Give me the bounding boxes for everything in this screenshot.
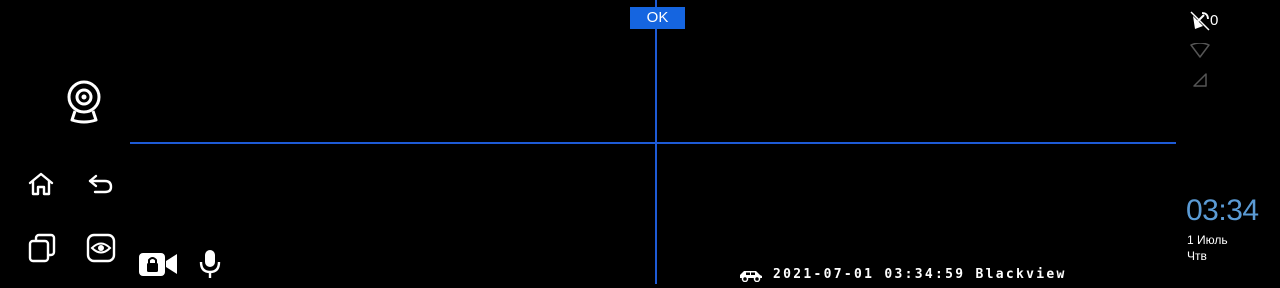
cellular-signal-icon bbox=[1193, 73, 1207, 87]
wifi-icon bbox=[1190, 43, 1210, 58]
gps-satellite-count: 0 bbox=[1210, 12, 1219, 29]
satellite-icon bbox=[1190, 11, 1210, 31]
back-icon[interactable] bbox=[87, 172, 115, 196]
clock-date: 1 Июль bbox=[1187, 233, 1228, 247]
locked-video-icon[interactable] bbox=[137, 250, 179, 278]
eye-icon[interactable] bbox=[86, 233, 116, 263]
car-icon bbox=[740, 271, 762, 282]
crosshair-vertical-line bbox=[655, 0, 657, 284]
webcam-icon[interactable] bbox=[62, 78, 106, 126]
microphone-icon[interactable] bbox=[198, 248, 222, 280]
clock-weekday: Чтв bbox=[1187, 249, 1207, 263]
clock-time: 03:34 bbox=[1186, 194, 1259, 227]
crosshair-horizontal-line bbox=[130, 142, 1176, 144]
osd-timestamp: 2021-07-01 03:34:59 Blackview bbox=[773, 267, 1067, 282]
home-icon[interactable] bbox=[27, 171, 55, 197]
recent-apps-icon[interactable] bbox=[27, 232, 57, 264]
ok-button[interactable]: OK bbox=[630, 7, 685, 29]
